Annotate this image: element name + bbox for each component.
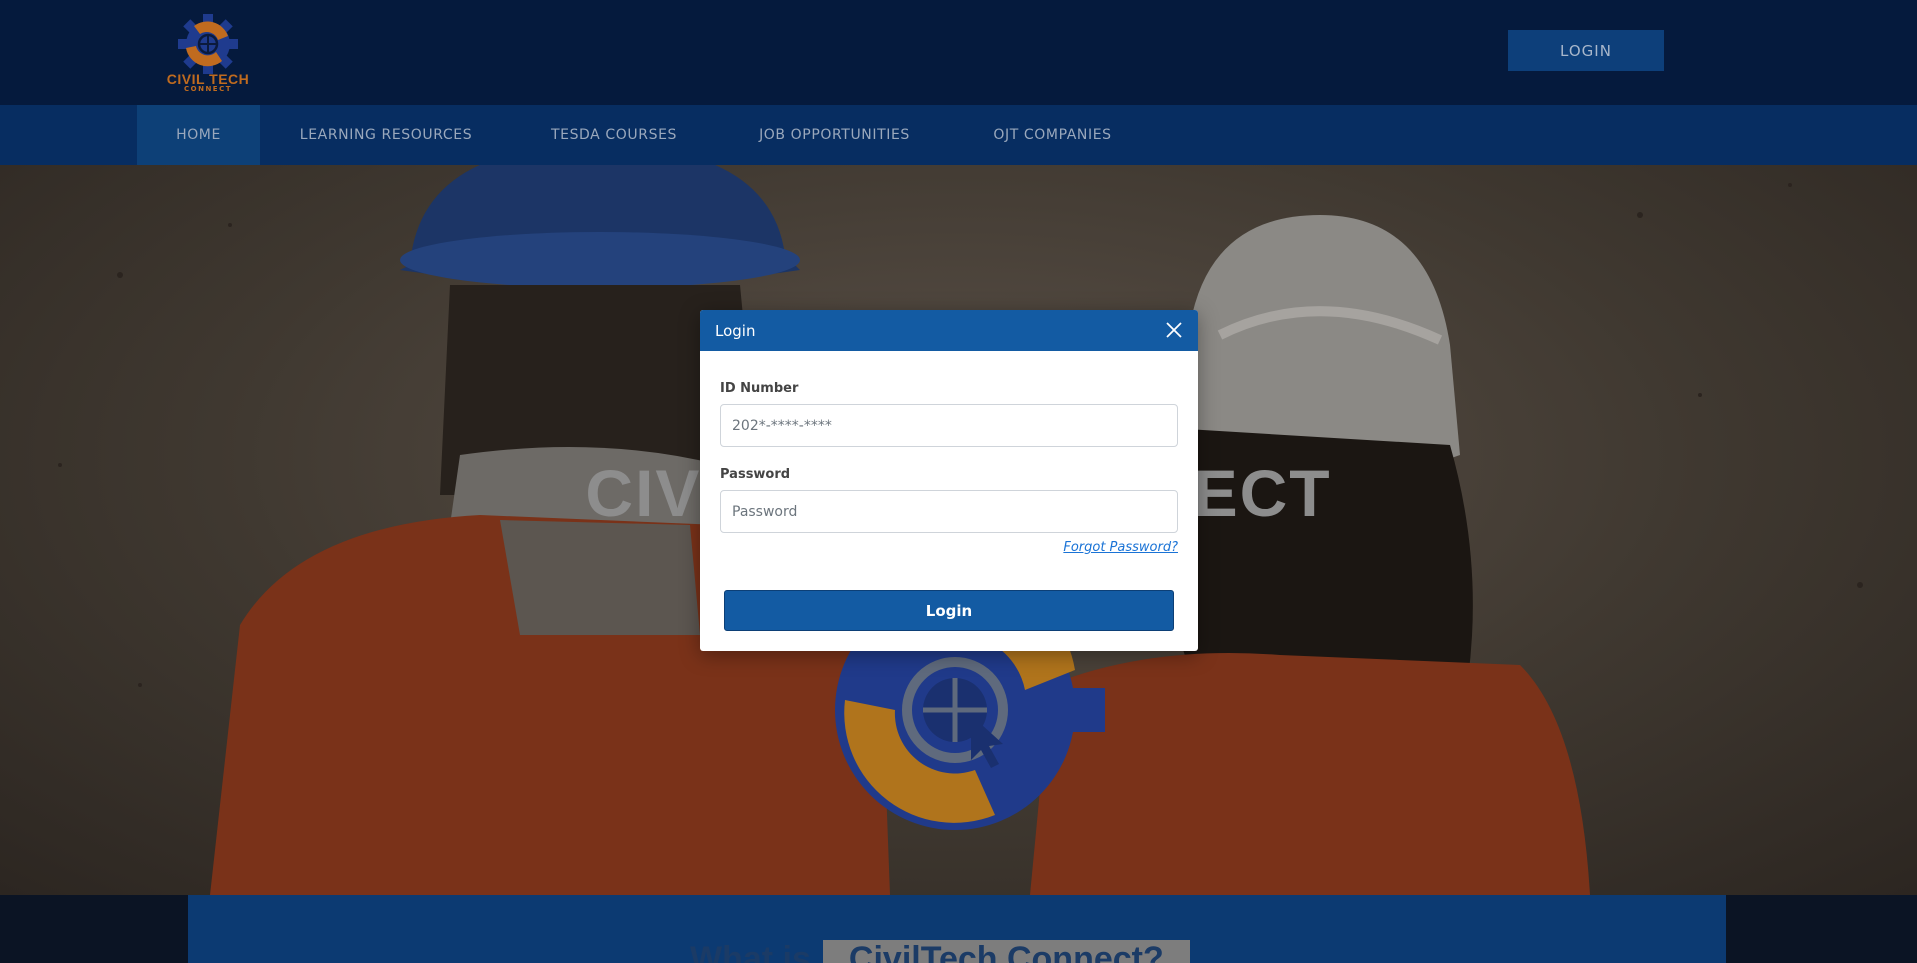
close-icon[interactable] <box>1164 320 1184 340</box>
modal-login-button[interactable]: Login <box>724 590 1174 631</box>
id-number-label: ID Number <box>720 381 799 396</box>
forgot-password-link[interactable]: Forgot Password? <box>1000 540 1178 555</box>
id-number-input[interactable] <box>720 404 1178 447</box>
password-label: Password <box>720 467 791 482</box>
modal-header: Login <box>700 310 1198 351</box>
page: CIVIL TECH CONNECT LOGIN HOME LEARNING R… <box>0 0 1917 963</box>
login-modal: Login ID Number Password Forgot Password… <box>700 310 1198 651</box>
modal-title: Login <box>715 321 756 340</box>
password-input[interactable] <box>720 490 1178 533</box>
